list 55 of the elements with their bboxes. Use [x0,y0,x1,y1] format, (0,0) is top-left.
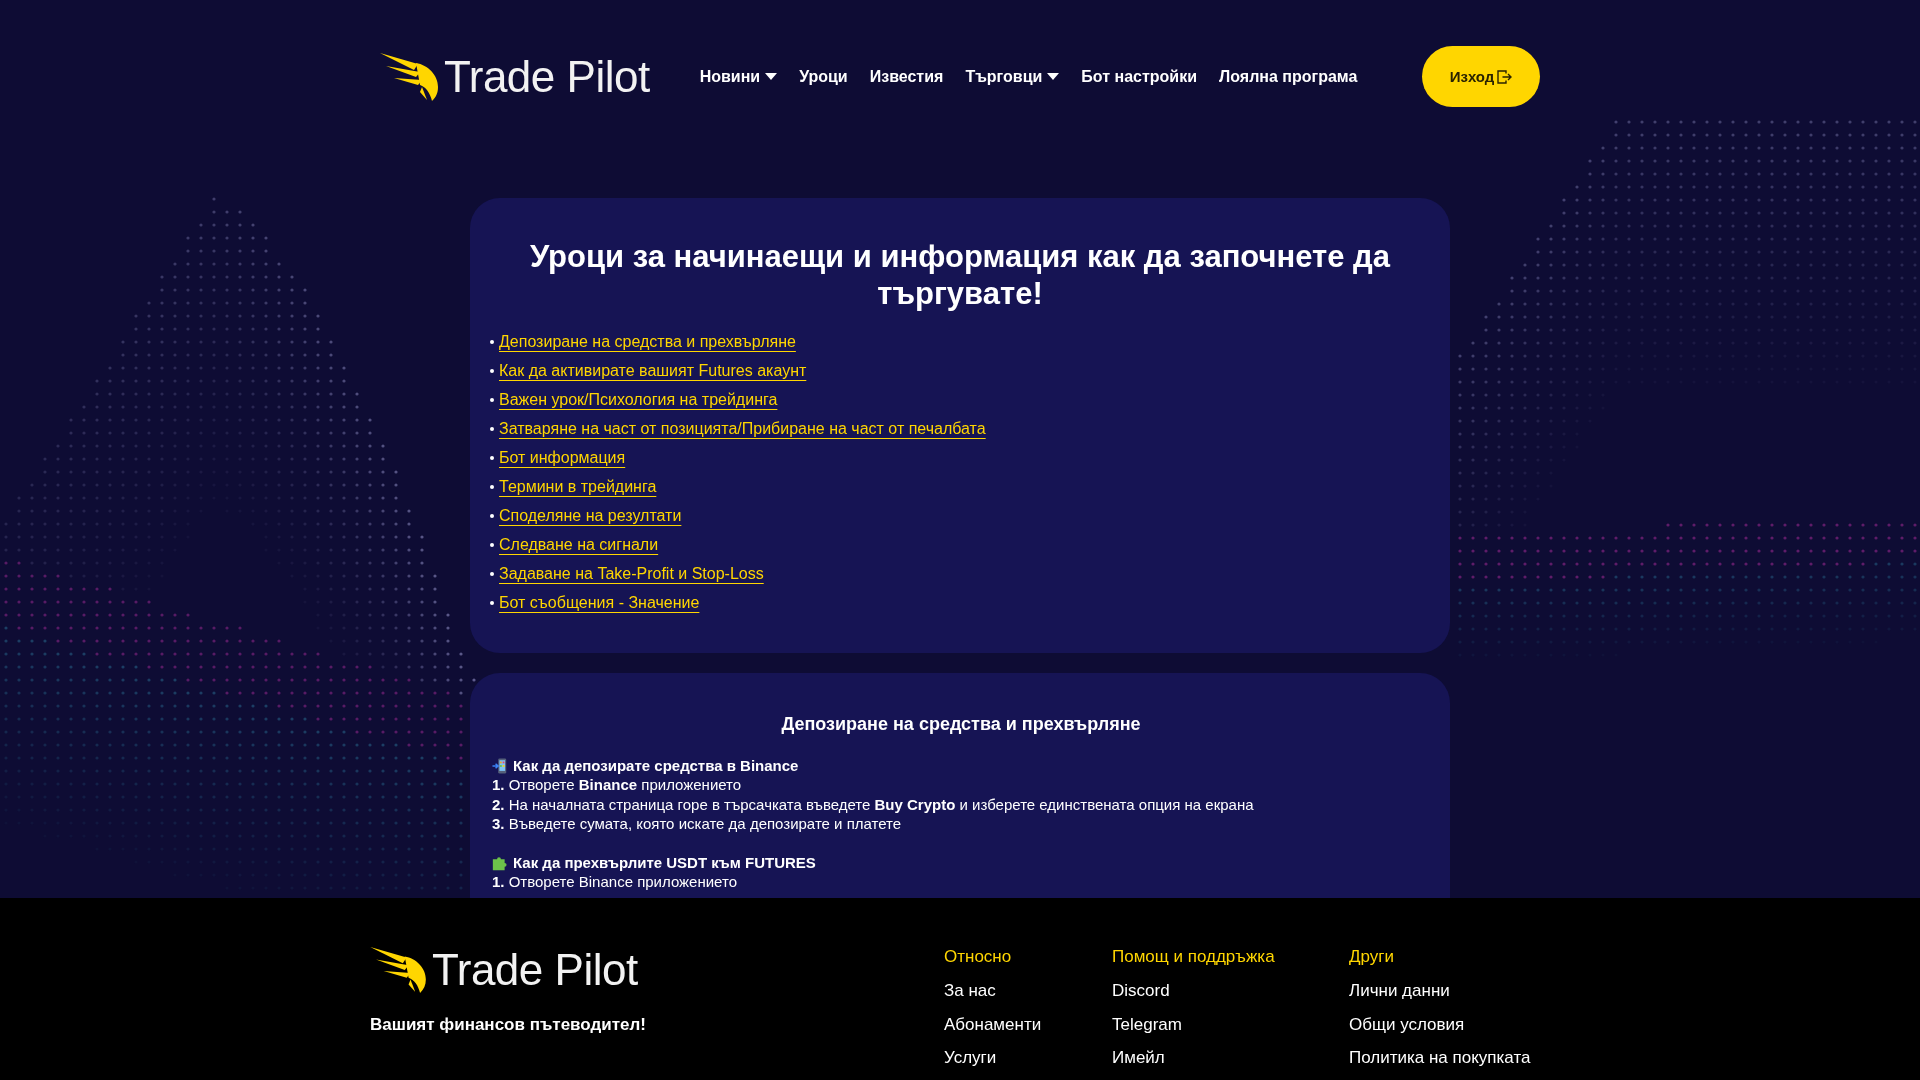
nav-link[interactable]: Известия [869,66,944,87]
footer-link[interactable]: Имейл [1112,1041,1165,1075]
lesson-link[interactable]: Бот информация [499,447,626,468]
bullet-icon [490,426,494,431]
bullet-icon [490,600,494,605]
footer-column-title: Относно [944,946,1012,968]
footer-column-title: Помощ и поддръжка [1112,946,1275,968]
lesson-link[interactable]: Депозиране на средства и прехвърляне [499,331,796,352]
bullet-icon [490,455,494,460]
footer-tagline: Вашият финансов пътеводител! [370,1014,647,1036]
bullet-icon [490,368,494,373]
bullet-icon [490,542,494,547]
block-heading: Как да депозирате средства в Binance [513,756,799,776]
page-title: Уроци за начинаещи и информация как да започнете да търгувате! [528,238,1392,312]
logo-text[interactable]: Trade Pilot [444,52,650,101]
lesson-link[interactable]: Как да активирате вашият Futures акаунт [499,360,807,381]
nav-link[interactable]: Новини [699,66,778,87]
nav-link[interactable]: Лоялна програма [1219,66,1358,87]
footer-column-title: Други [1349,946,1394,968]
footer-link[interactable]: Discord [1112,974,1170,1008]
puzzle-piece-icon [492,854,508,871]
bullet-icon [490,571,494,576]
footer-link[interactable]: Политика на покупката [1349,1041,1531,1075]
logout-icon [1497,69,1513,84]
lesson-link[interactable]: Затваряне на част от позицията/Прибиране на част от печалбата [499,418,986,439]
footer-link[interactable]: Лични данни [1349,974,1450,1008]
footer-link[interactable]: Общи условия [1349,1007,1465,1041]
wing-logo-icon[interactable] [370,947,428,993]
bullet-icon [490,513,494,518]
step-text: 3. Въведете сумата, която искате да депозирате и платете [492,813,903,834]
lesson-link[interactable]: Важен урок/Психология на трейдинга [499,389,778,410]
footer-link[interactable]: Telegram [1112,1007,1182,1041]
lesson-link[interactable]: Бот съобщения - Значение [499,592,700,613]
logout-button[interactable]: Изход [1422,46,1540,107]
lesson-link[interactable]: Термини в трейдинга [499,476,657,497]
nav-link[interactable]: Уроци [799,66,848,87]
block-heading: Как да прехвърлите USDT към FUTURES [513,853,816,873]
footer-link[interactable]: Услуги [944,1041,997,1075]
bullet-icon [490,397,494,402]
footer-link[interactable]: За нас [944,974,996,1008]
step-text: 1. Отворете Binance приложението [492,872,738,892]
bullet-icon [490,339,494,344]
lesson-link[interactable]: Задаване на Take-Profit и Stop-Loss [499,563,764,584]
phone-arrow-icon [492,757,508,774]
step-text: 2. На началната страница горе в търсачката въведете Buy Crypto и изберете единствената опция на екрана [492,794,1255,814]
nav-link[interactable]: Бот настройки [1081,66,1197,87]
footer-link[interactable]: Абонаменти [944,1007,1042,1041]
nav-link[interactable]: Търговци [965,66,1060,87]
lesson-link[interactable]: Споделяне на резултати [499,505,682,526]
step-text: 1. Отворете Binance приложението [492,775,743,795]
lesson-link[interactable]: Следване на сигнали [499,534,659,555]
logo-text[interactable]: Trade Pilot [432,946,638,994]
wing-logo-icon[interactable] [380,52,440,101]
section-title: Депозиране на средства и прехвърляне [780,713,1142,735]
bullet-icon [490,484,494,489]
